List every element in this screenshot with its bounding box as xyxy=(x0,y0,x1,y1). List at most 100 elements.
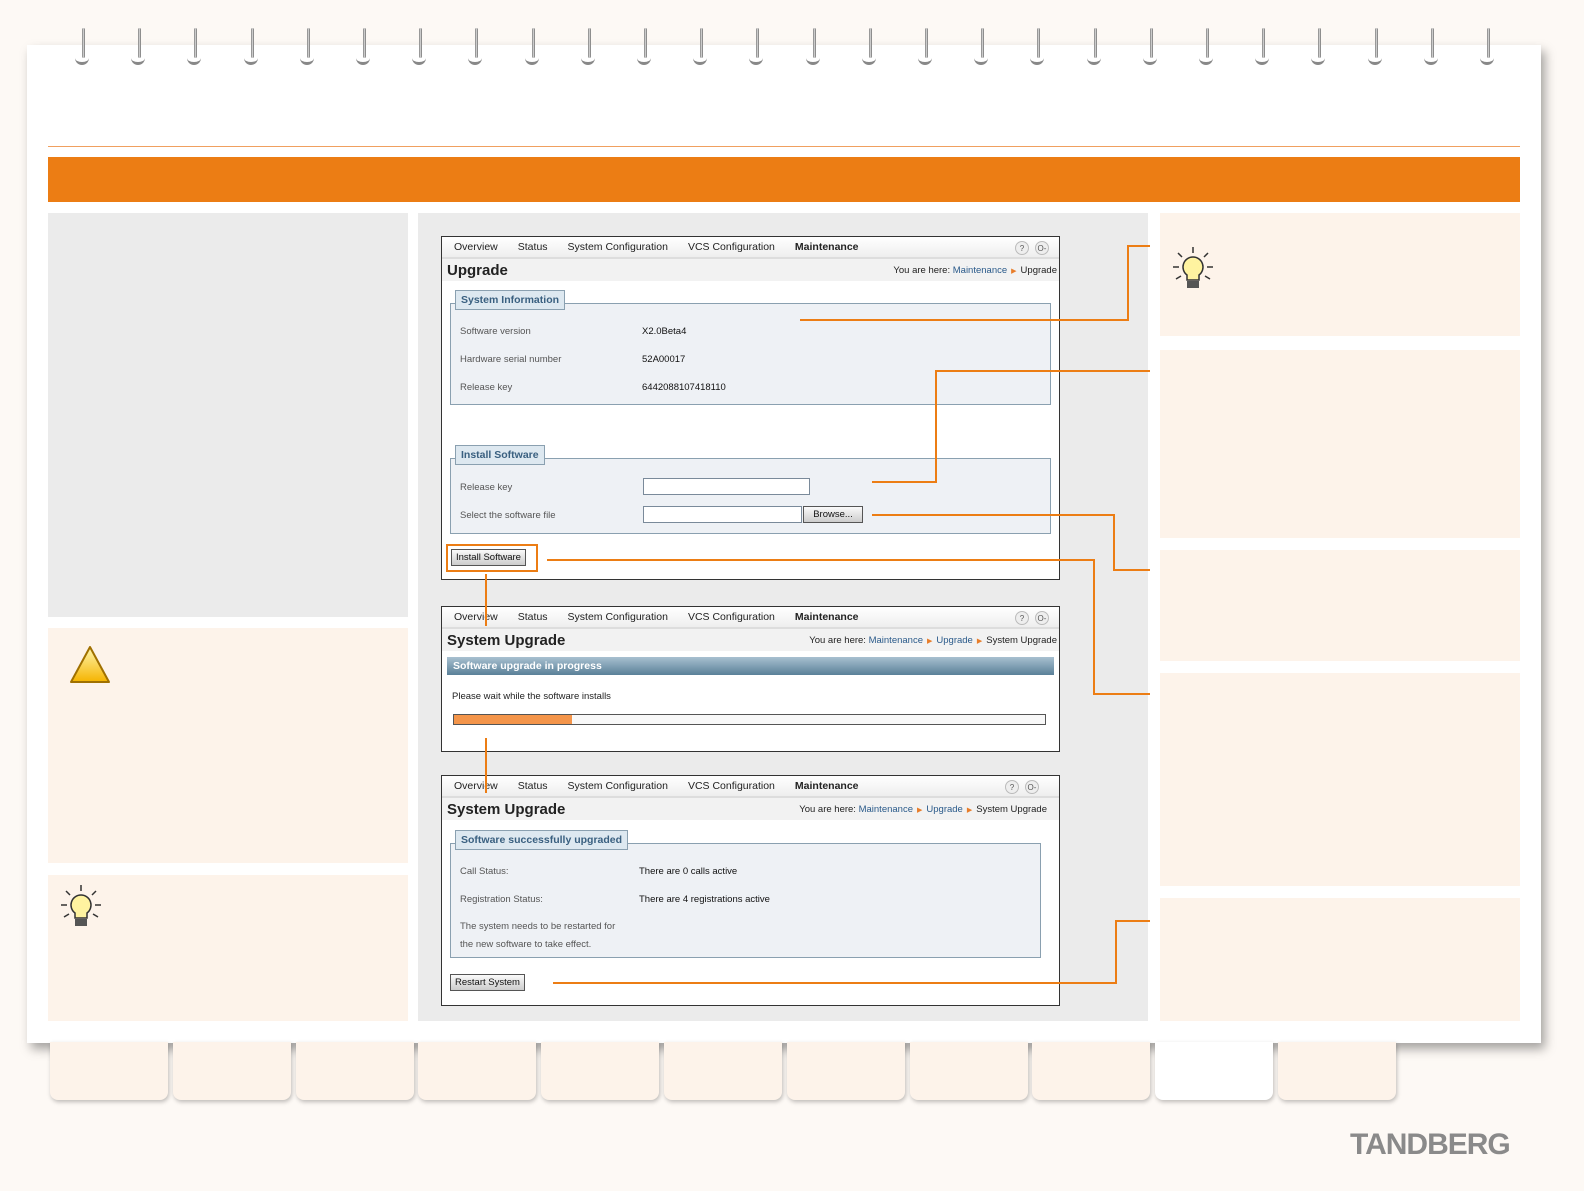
chapter-tab[interactable] xyxy=(664,1042,782,1100)
chapter-tab[interactable] xyxy=(541,1042,660,1100)
nav-status[interactable]: Status xyxy=(518,780,548,792)
release-key-label: Release key xyxy=(460,382,513,393)
progress-banner: Software upgrade in progress xyxy=(447,657,1054,675)
chapter-tab[interactable] xyxy=(1155,1042,1274,1100)
chapter-tab[interactable] xyxy=(172,1042,291,1100)
nav-overview[interactable]: Overview xyxy=(454,241,498,253)
software-file-label: Select the software file xyxy=(460,510,556,521)
tip-panel-left xyxy=(48,875,408,1021)
binding-ring xyxy=(299,28,314,66)
logout-icon[interactable]: O- xyxy=(1035,611,1049,625)
binding-ring xyxy=(356,28,370,66)
upgrade-window: Overview Status System Configuration VCS… xyxy=(441,236,1060,580)
registration-status-value: There are 4 registrations active xyxy=(639,894,770,905)
nav-overview[interactable]: Overview xyxy=(454,611,498,623)
breadcrumb: You are here: Maintenance ▶ Upgrade ▶ System… xyxy=(809,634,1057,646)
browse-button[interactable]: Browse... xyxy=(803,506,863,523)
lightbulb-icon xyxy=(61,885,101,926)
restart-note-line2: the new software to take effect. xyxy=(460,939,592,950)
nav-status[interactable]: Status xyxy=(518,611,548,623)
help-icon[interactable]: ? xyxy=(1015,241,1029,255)
release-key-input-label: Release key xyxy=(460,482,513,493)
binding-ring xyxy=(1199,28,1213,66)
binding-ring xyxy=(524,28,539,66)
release-key-value: 6442088107418110 xyxy=(642,382,726,393)
binding-ring xyxy=(1423,28,1438,66)
breadcrumb: You are here: Maintenance ▶ Upgrade ▶ System… xyxy=(799,803,1047,815)
warning-panel xyxy=(48,628,408,863)
progress-message: Please wait while the software installs xyxy=(452,691,611,702)
page-title: System Upgrade xyxy=(447,631,566,649)
section-legend: Install Software xyxy=(455,445,545,465)
header-rule xyxy=(48,146,1520,147)
nav-status[interactable]: Status xyxy=(518,241,548,253)
breadcrumb-upgrade[interactable]: Upgrade xyxy=(926,804,962,815)
logout-icon[interactable]: O- xyxy=(1025,780,1039,794)
chapter-tab[interactable] xyxy=(909,1042,1028,1100)
chapter-tab[interactable] xyxy=(50,1042,168,1100)
binding-ring xyxy=(1086,28,1101,66)
chapter-tab[interactable] xyxy=(295,1042,414,1100)
binding-ring xyxy=(637,28,651,66)
release-key-input[interactable] xyxy=(643,478,810,495)
breadcrumb-upgrade[interactable]: Upgrade xyxy=(936,635,972,646)
progress-fill xyxy=(454,715,573,724)
right-note-restart xyxy=(1160,898,1520,1021)
nav-bar: Overview Status System Configuration VCS… xyxy=(442,237,1059,259)
page-title: System Upgrade xyxy=(447,800,566,818)
page-title: Upgrade xyxy=(447,261,508,279)
chapter-tab[interactable] xyxy=(1278,1042,1396,1100)
binding-ring xyxy=(861,28,876,66)
right-note-release-key xyxy=(1160,350,1520,538)
right-note-browse xyxy=(1160,550,1520,661)
binding-ring xyxy=(75,28,89,66)
chapter-tab[interactable] xyxy=(418,1042,537,1100)
nav-system-configuration[interactable]: System Configuration xyxy=(568,780,668,792)
call-status-label: Call Status: xyxy=(460,866,509,877)
software-version-value: X2.0Beta4 xyxy=(642,326,687,337)
lightbulb-icon xyxy=(1173,247,1213,288)
breadcrumb-maintenance[interactable]: Maintenance xyxy=(859,804,913,815)
binding-ring xyxy=(1367,28,1382,66)
chapter-tab[interactable] xyxy=(1032,1042,1151,1100)
nav-maintenance[interactable]: Maintenance xyxy=(795,780,859,792)
binding-ring xyxy=(918,28,932,66)
tandberg-logo: TANDBERG xyxy=(1350,1128,1511,1161)
nav-system-configuration[interactable]: System Configuration xyxy=(568,241,668,253)
binding-ring xyxy=(1311,28,1326,66)
binding-ring xyxy=(187,28,202,66)
breadcrumb-maintenance[interactable]: Maintenance xyxy=(869,635,923,646)
binding-ring xyxy=(749,28,764,66)
nav-system-configuration[interactable]: System Configuration xyxy=(568,611,668,623)
binding-ring xyxy=(131,28,146,66)
help-icon[interactable]: ? xyxy=(1005,780,1019,794)
binding-ring xyxy=(468,28,483,66)
install-software-section: Install Software Release key Select the … xyxy=(450,445,1051,534)
restart-system-button[interactable]: Restart System xyxy=(450,974,525,991)
breadcrumb-maintenance[interactable]: Maintenance xyxy=(953,265,1007,276)
section-legend: Software successfully upgraded xyxy=(455,830,629,850)
nav-vcs-configuration[interactable]: VCS Configuration xyxy=(688,611,775,623)
binding-ring xyxy=(580,28,595,66)
breadcrumb-prefix: You are here: xyxy=(893,264,951,276)
help-icon[interactable]: ? xyxy=(1015,611,1029,625)
nav-vcs-configuration[interactable]: VCS Configuration xyxy=(688,241,775,253)
progress-bar xyxy=(453,714,1046,725)
nav-vcs-configuration[interactable]: VCS Configuration xyxy=(688,780,775,792)
serial-number-label: Hardware serial number xyxy=(460,354,562,365)
software-file-input[interactable] xyxy=(643,506,802,523)
chapter-tab[interactable] xyxy=(786,1042,905,1100)
nav-maintenance[interactable]: Maintenance xyxy=(795,241,859,253)
binding-ring xyxy=(805,28,820,66)
restart-note-line1: The system needs to be restarted for xyxy=(460,921,616,932)
call-status-value: There are 0 calls active xyxy=(639,866,738,877)
upgrade-complete-window: Overview Status System Configuration VCS… xyxy=(441,775,1060,1006)
logout-icon[interactable]: O- xyxy=(1035,241,1049,255)
nav-overview[interactable]: Overview xyxy=(454,780,498,792)
binding-ring xyxy=(693,28,708,66)
binding-ring xyxy=(1480,28,1494,66)
software-version-label: Software version xyxy=(460,326,531,337)
nav-maintenance[interactable]: Maintenance xyxy=(795,611,859,623)
section-legend: System Information xyxy=(455,290,566,310)
breadcrumb-prefix: You are here: xyxy=(799,803,856,815)
